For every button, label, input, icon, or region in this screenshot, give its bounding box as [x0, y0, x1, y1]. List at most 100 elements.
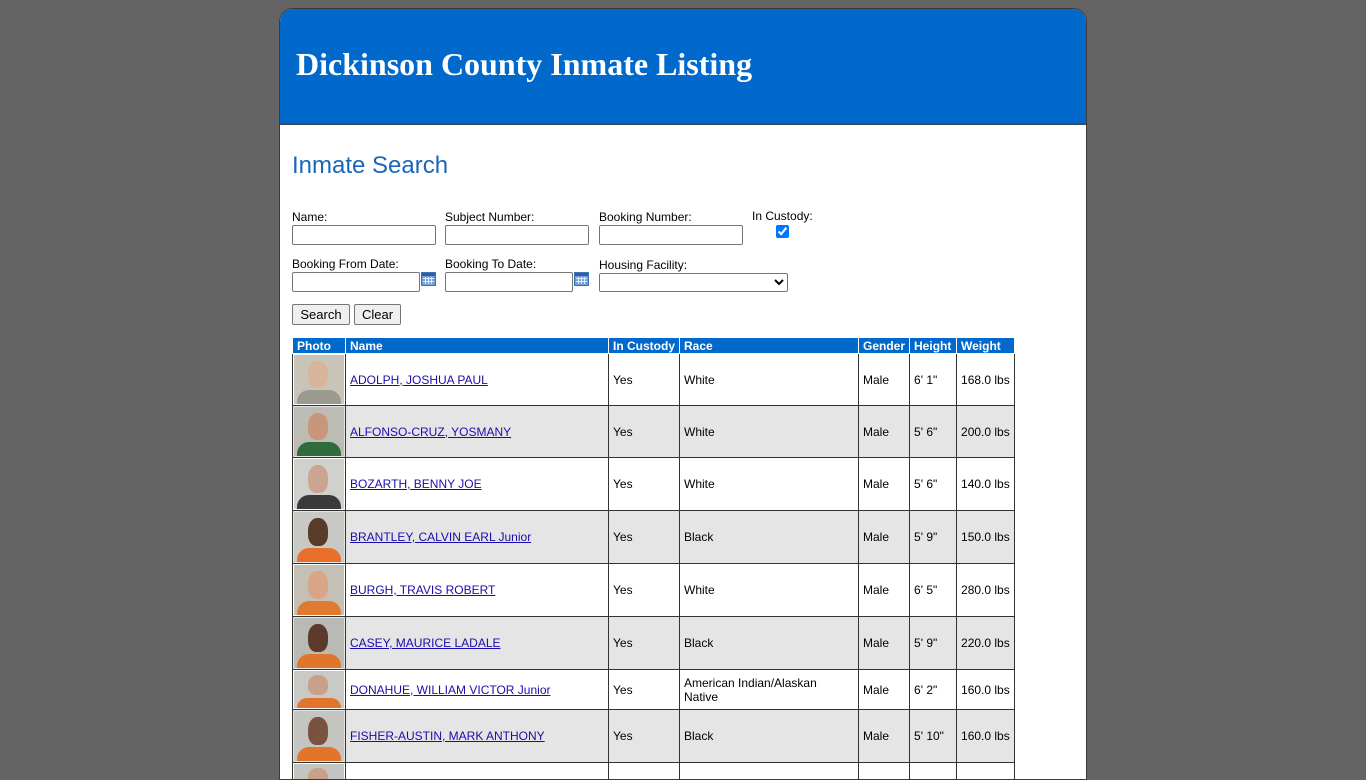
mugshot-shirt [297, 495, 341, 509]
table-row [293, 763, 1015, 780]
mugshot-photo[interactable] [294, 512, 344, 562]
table-row: DONAHUE, WILLIAM VICTOR Junior YesAmerica… [293, 670, 1015, 710]
page-title: Dickinson County Inmate Listing [296, 46, 752, 83]
race-cell: White [680, 564, 859, 617]
gender-cell: Male [859, 406, 910, 458]
mugshot-photo[interactable] [294, 459, 344, 509]
weight-cell: 220.0 lbs [957, 617, 1015, 670]
booking-number-input[interactable] [599, 225, 743, 245]
clear-button[interactable]: Clear [354, 304, 401, 325]
subject-number-label: Subject Number: [445, 210, 589, 224]
in-custody-cell [609, 763, 680, 780]
page-header: Dickinson County Inmate Listing [280, 9, 1086, 125]
name-cell: ADOLPH, JOSHUA PAUL [346, 354, 609, 406]
weight-cell: 160.0 lbs [957, 670, 1015, 710]
mugshot-face [308, 675, 328, 695]
name-field-group: Name: [292, 210, 436, 245]
inmate-name-link[interactable]: ADOLPH, JOSHUA PAUL [350, 373, 488, 387]
booking-to-calendar-icon[interactable] [574, 272, 589, 286]
page-container: Dickinson County Inmate Listing Inmate S… [279, 8, 1087, 780]
mugshot-shirt [297, 601, 341, 615]
mugshot-face [308, 518, 328, 546]
booking-from-input[interactable] [292, 272, 420, 292]
header-name: Name [346, 338, 609, 354]
in-custody-cell: Yes [609, 670, 680, 710]
weight-cell [957, 763, 1015, 780]
search-button[interactable]: Search [292, 304, 350, 325]
inmate-name-link[interactable]: FISHER-AUSTIN, MARK ANTHONY [350, 729, 545, 743]
race-cell: White [680, 458, 859, 511]
name-input[interactable] [292, 225, 436, 245]
name-label: Name: [292, 210, 436, 224]
header-height: Height [910, 338, 957, 354]
mugshot-photo[interactable] [294, 671, 344, 708]
weight-cell: 150.0 lbs [957, 511, 1015, 564]
booking-number-field-group: Booking Number: [599, 210, 743, 245]
in-custody-cell: Yes [609, 458, 680, 511]
housing-facility-label: Housing Facility: [599, 258, 788, 272]
in-custody-checkbox[interactable] [776, 225, 789, 238]
in-custody-cell: Yes [609, 511, 680, 564]
photo-cell [293, 670, 346, 710]
race-cell: White [680, 406, 859, 458]
mugshot-face [308, 465, 328, 493]
mugshot-photo[interactable] [294, 407, 344, 456]
mugshot-photo[interactable] [294, 618, 344, 668]
inmate-name-link[interactable]: ALFONSO-CRUZ, YOSMANY [350, 425, 511, 439]
table-row: ALFONSO-CRUZ, YOSMANYYesWhiteMale5' 6"20… [293, 406, 1015, 458]
mugshot-shirt [297, 654, 341, 668]
name-cell: FISHER-AUSTIN, MARK ANTHONY [346, 710, 609, 763]
mugshot-photo[interactable] [294, 764, 344, 780]
table-row: FISHER-AUSTIN, MARK ANTHONYYesBlackMale5… [293, 710, 1015, 763]
section-title: Inmate Search [292, 152, 448, 180]
photo-cell [293, 617, 346, 670]
gender-cell: Male [859, 670, 910, 710]
race-cell: White [680, 354, 859, 406]
subject-number-input[interactable] [445, 225, 589, 245]
gender-cell: Male [859, 458, 910, 511]
in-custody-cell: Yes [609, 564, 680, 617]
inmate-name-link[interactable]: BURGH, TRAVIS ROBERT [350, 583, 495, 597]
mugshot-face [308, 717, 328, 745]
height-cell: 5' 9" [910, 511, 957, 564]
height-cell: 6' 1" [910, 354, 957, 406]
booking-from-label: Booking From Date: [292, 257, 420, 271]
inmate-name-link[interactable]: DONAHUE, WILLIAM VICTOR Junior [350, 683, 550, 697]
inmate-name-link[interactable]: BRANTLEY, CALVIN EARL Junior [350, 530, 531, 544]
height-cell: 6' 5" [910, 564, 957, 617]
mugshot-photo[interactable] [294, 355, 344, 404]
table-row: BOZARTH, BENNY JOEYesWhiteMale5' 6"140.0… [293, 458, 1015, 511]
gender-cell: Male [859, 710, 910, 763]
mugshot-face [308, 768, 328, 780]
booking-to-input[interactable] [445, 272, 573, 292]
height-cell: 5' 6" [910, 406, 957, 458]
photo-cell [293, 511, 346, 564]
weight-cell: 200.0 lbs [957, 406, 1015, 458]
booking-from-field-group: Booking From Date: [292, 257, 420, 292]
race-cell: American Indian/Alaskan Native [680, 670, 859, 710]
height-cell: 6' 2" [910, 670, 957, 710]
in-custody-cell: Yes [609, 617, 680, 670]
photo-cell [293, 458, 346, 511]
in-custody-cell: Yes [609, 710, 680, 763]
in-custody-field-group: In Custody: [752, 209, 813, 241]
gender-cell: Male [859, 564, 910, 617]
photo-cell [293, 354, 346, 406]
inmate-name-link[interactable]: BOZARTH, BENNY JOE [350, 477, 482, 491]
mugshot-photo[interactable] [294, 711, 344, 761]
gender-cell: Male [859, 511, 910, 564]
gender-cell: Male [859, 617, 910, 670]
housing-facility-select[interactable] [599, 273, 788, 292]
height-cell: 5' 6" [910, 458, 957, 511]
header-gender: Gender [859, 338, 910, 354]
height-cell: 5' 9" [910, 617, 957, 670]
mugshot-face [308, 361, 328, 388]
header-weight: Weight [957, 338, 1015, 354]
mugshot-shirt [297, 548, 341, 562]
inmate-name-link[interactable]: CASEY, MAURICE LADALE [350, 636, 501, 650]
booking-from-calendar-icon[interactable] [421, 272, 436, 286]
gender-cell: Male [859, 354, 910, 406]
name-cell: ALFONSO-CRUZ, YOSMANY [346, 406, 609, 458]
mugshot-photo[interactable] [294, 565, 344, 615]
booking-to-field-group: Booking To Date: [445, 257, 573, 292]
